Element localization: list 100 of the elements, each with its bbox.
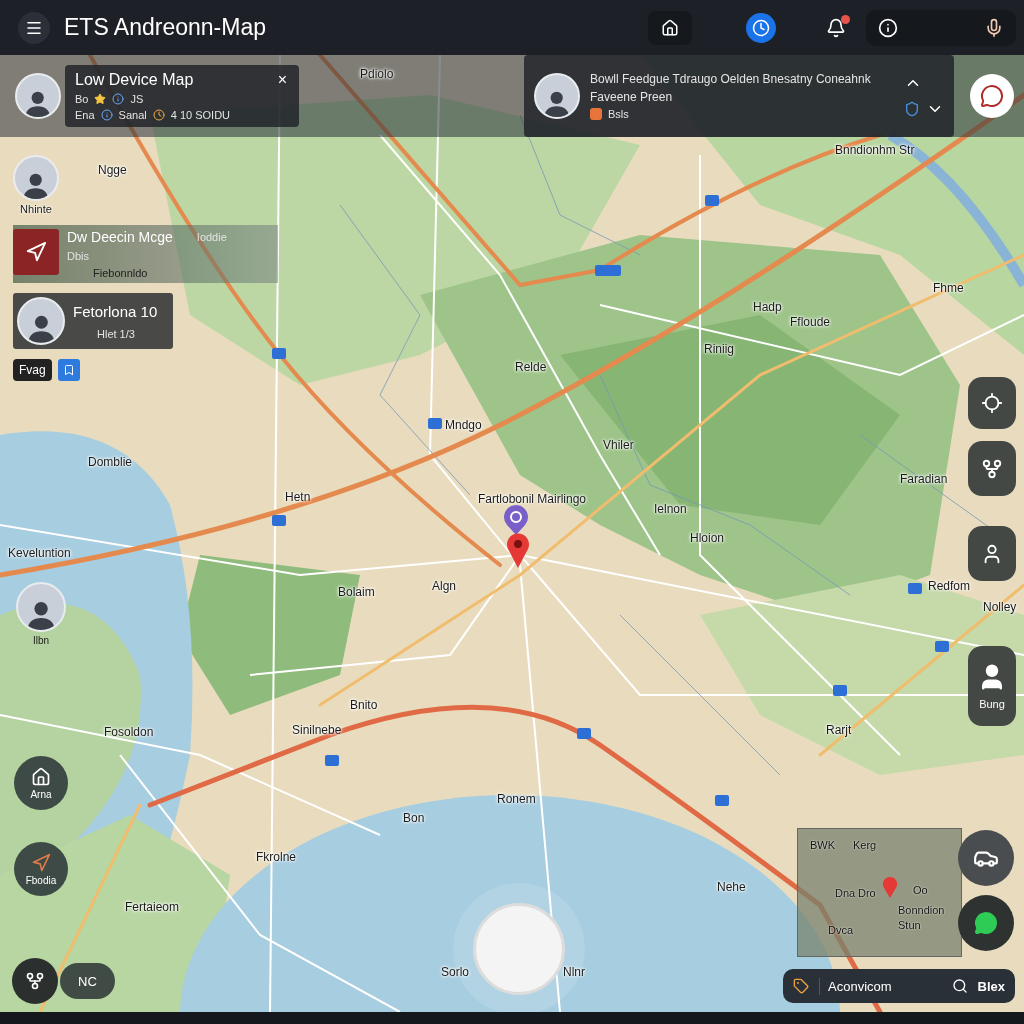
share-badge[interactable] [57,359,80,381]
map-label: Oo [913,884,928,896]
location-pin-icon [506,532,530,568]
tag-icon [793,978,809,994]
card-footer: Fiebonnldo [93,267,227,279]
route-shield [715,795,729,806]
map-control-button[interactable] [968,377,1016,429]
map-label: Bonndion [898,904,945,916]
avatar-label: Nhinte [20,203,52,215]
map-label: Fkrolne [256,850,296,864]
route-shield [325,755,339,766]
minimap[interactable]: BWK Kerg Dna Dro Oo Bonndion Dvca Stun [797,828,962,957]
info-icon [112,93,125,105]
clock-icon [152,109,165,121]
map-label: Hadp [753,300,782,314]
card-title: Low Device Map [75,71,194,89]
map-label: Domblie [88,455,132,469]
map-label: Bnndionhm Str [835,143,915,157]
search-label: Blex [977,978,1005,994]
map-label: Faradian [900,472,948,486]
locate-icon [981,392,1003,414]
map-control-button[interactable] [968,526,1016,581]
map-label: Dna [835,887,856,899]
map-label: Pdiolo [360,67,394,81]
map-label: Dro [858,887,876,899]
map-label: Mndgo [445,418,482,432]
map-label: Fosoldon [104,725,154,739]
route-card[interactable]: Dw Deecin Mcge Ioddie Dbis Fiebonnldo [13,225,278,283]
card-title: Dw Deecin Mcge [67,229,173,245]
bell-icon [826,17,846,38]
card-text: Bo [75,93,89,105]
map-label: Fhme [933,281,964,295]
map-label: Sinilnebe [292,723,342,737]
chip[interactable]: Fvag [13,359,52,381]
route-shield [428,418,442,429]
map-label: Ffloude [790,315,831,329]
route-shield [595,265,621,276]
search-icon[interactable] [951,978,968,994]
card-text: Sanal [118,109,147,121]
card-text: JS [130,93,144,105]
avatar[interactable] [534,73,580,119]
star-icon [94,93,107,105]
home-button[interactable] [648,10,692,45]
map-marker-icon [503,505,529,535]
home-icon [31,766,51,787]
fork-icon [25,971,45,991]
map-label: Nehe [717,880,746,894]
location-pin-icon [882,876,898,898]
menu-button[interactable] [18,11,50,44]
search-bar[interactable]: Aconvicom Blex [783,969,1015,1003]
route-shield [272,515,286,526]
map-label: Stun [898,919,921,931]
person-card[interactable]: Fetorlona 10 Hlet 1/3 [13,293,173,349]
map-label: Riniig [704,342,734,356]
chat-bubble-icon [980,84,1004,108]
map-label: Nolley [983,600,1017,614]
notification-dot [841,14,850,24]
map-label: Kerg [853,839,877,851]
clock-icon [752,18,770,37]
map-label: Bon [403,811,425,825]
map-label: Fertaieom [125,900,180,914]
map-control-button[interactable] [968,441,1016,496]
map-label: Algn [432,579,457,593]
microphone-icon[interactable] [984,17,1004,38]
map-label: Rarjt [826,723,852,737]
search-field[interactable]: Aconvicom [819,977,942,995]
navigation-arrow-icon [31,852,51,873]
info-icon [100,109,113,121]
close-button[interactable]: × [275,71,289,89]
route-shield [833,685,847,696]
fork-icon [981,457,1003,480]
map-label: Ronem [497,792,536,806]
route-pill[interactable]: NC [60,963,115,999]
navigation-arrow-icon [25,241,47,263]
route-shield [705,195,719,206]
route-shield [935,641,949,652]
card-text: 4 10 SOIDU [170,109,231,121]
clock-button[interactable] [746,12,776,43]
bookmark-icon [62,364,75,376]
tag-icon [590,108,602,120]
map-label: Dvca [828,924,854,936]
app-title: ETS Andreonn-Map [64,14,267,41]
route-shield [272,348,286,359]
info-icon[interactable] [878,17,898,38]
map-label: Sorlo [441,965,469,979]
map-label: Hetn [285,490,311,504]
card-subtitle: Dbis [67,250,90,262]
card-title: Fetorlona 10 [73,302,158,320]
map-label: Keveluntion [8,546,71,560]
map-label: Redfom [928,579,971,593]
map-label: Ielnon [654,502,687,516]
map-label: Bnito [350,698,378,712]
home-icon [661,18,679,37]
map-label: BWK [810,839,836,851]
map-label: Bolaim [338,585,375,599]
card-text: Ena [75,109,95,121]
shield-icon [904,101,920,117]
map-control-button[interactable]: Bung [968,646,1016,726]
card-text: Bsls [608,108,629,120]
map-label: Relde [515,360,547,374]
